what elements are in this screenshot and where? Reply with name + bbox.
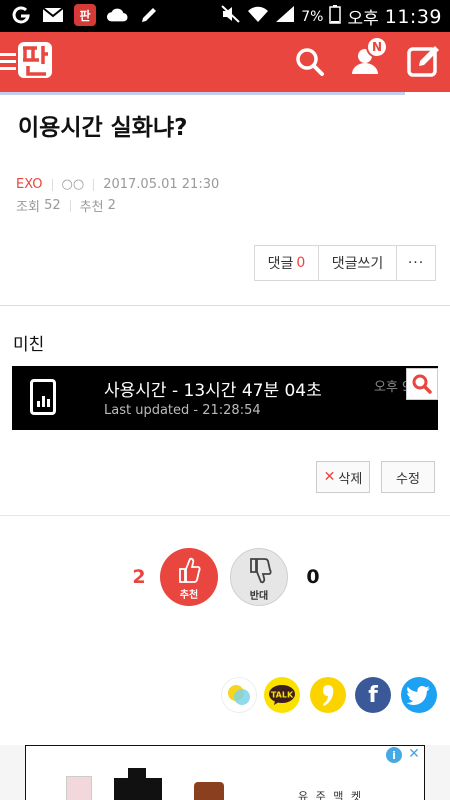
- menu-icon[interactable]: [0, 49, 16, 75]
- battery-level: 7%: [301, 8, 324, 25]
- scroll-progress-bar: [0, 92, 450, 95]
- share-kakaotalk-button[interactable]: TALK: [264, 677, 300, 713]
- post-stats: 조회 52 추천 2: [16, 196, 116, 215]
- battery-icon: [329, 4, 342, 29]
- image-updated-text: Last updated - 21:28:54: [104, 403, 261, 418]
- post-date: 2017.05.01 21:30: [103, 177, 220, 192]
- wifi-icon: [247, 5, 269, 28]
- mail-icon: [42, 4, 64, 26]
- divider: [0, 515, 450, 516]
- ad-close-icon[interactable]: ✕: [406, 746, 422, 764]
- pencil-icon: [138, 4, 160, 26]
- g-icon: [10, 4, 32, 26]
- upvote-count: 2: [132, 566, 146, 588]
- ad-text: 유 주 맥 켓: [298, 790, 363, 800]
- share-twitter-button[interactable]: [401, 677, 437, 713]
- post-image[interactable]: 사용시간 - 13시간 47분 04초 Last updated - 21:28…: [12, 366, 438, 430]
- share-facebook-button[interactable]: f: [355, 677, 391, 713]
- post-title: 이용시간 실화냐?: [18, 115, 188, 141]
- thumbs-down-icon: [250, 558, 272, 584]
- downvote-count: 0: [306, 566, 320, 588]
- divider: [0, 305, 450, 306]
- twitter-icon: [407, 686, 430, 705]
- post-meta: EXO ○○ 2017.05.01 21:30: [16, 177, 219, 192]
- upvote-label: 추천: [179, 590, 199, 601]
- edit-button[interactable]: 수정: [381, 461, 435, 493]
- facebook-icon: f: [368, 682, 378, 708]
- clock-ampm: 오후: [347, 9, 379, 29]
- app-header: N: [0, 32, 450, 92]
- views-label: 조회: [16, 200, 40, 215]
- share-kakaostory-button[interactable]: [221, 677, 257, 713]
- zoom-icon: [412, 374, 432, 394]
- ad-product-image: [66, 776, 92, 800]
- more-button[interactable]: ···: [397, 246, 435, 280]
- clock-time: 11:39: [384, 5, 442, 28]
- delete-button[interactable]: ✕ 삭제: [316, 461, 370, 493]
- comment-button-group: 댓글 0 댓글쓰기 ···: [254, 245, 436, 281]
- user-id: ○○: [61, 177, 85, 192]
- my-account-button[interactable]: N: [346, 36, 388, 82]
- pann-logo-mark: [18, 42, 52, 78]
- ad-product-image: [114, 768, 162, 800]
- downvote-label: 반대: [249, 591, 269, 602]
- status-bar: 판 7% 오후 11:39: [0, 0, 450, 32]
- author-name[interactable]: EXO: [16, 177, 43, 192]
- downvote-button[interactable]: 반대: [230, 548, 288, 606]
- write-post-button[interactable]: [404, 42, 444, 82]
- comma-icon: [323, 685, 334, 706]
- upvote-button[interactable]: 추천: [160, 548, 218, 606]
- post-body-text: 미친: [13, 335, 45, 355]
- search-button[interactable]: [290, 42, 330, 82]
- comments-button[interactable]: 댓글 0: [255, 246, 319, 280]
- comments-count: 0: [296, 255, 306, 271]
- kakaostory-icon: [228, 685, 250, 705]
- phone-usage-icon: [30, 379, 56, 415]
- write-comment-button[interactable]: 댓글쓰기: [319, 246, 397, 280]
- search-icon: [296, 48, 324, 76]
- delete-label: 삭제: [338, 471, 363, 487]
- kakaotalk-icon: TALK: [269, 685, 295, 705]
- cloud-icon: [106, 4, 128, 26]
- pann-logo[interactable]: [16, 38, 54, 82]
- kakaotalk-label: TALK: [271, 691, 294, 700]
- pann-app-icon: 판: [74, 4, 96, 26]
- ad-product-image: [194, 782, 224, 800]
- notification-badge: N: [366, 36, 388, 58]
- views-count: 52: [44, 198, 61, 213]
- recommend-count: 2: [107, 198, 116, 213]
- ad-banner[interactable]: 유 주 맥 켓 i ✕: [25, 745, 425, 800]
- thumbs-up-icon: [179, 557, 201, 583]
- delete-x-icon: ✕: [323, 469, 336, 485]
- image-usage-text: 사용시간 - 13시간 47분 04초: [104, 381, 322, 401]
- image-corner-text: 오후 9: [374, 380, 411, 395]
- recommend-label: 추천: [79, 200, 104, 215]
- signal-icon: [275, 5, 295, 28]
- ad-info-icon[interactable]: i: [386, 747, 402, 763]
- share-comma-button[interactable]: [310, 677, 346, 713]
- edit-icon: [407, 46, 439, 77]
- comments-label: 댓글: [267, 256, 294, 272]
- mute-icon: [221, 5, 241, 28]
- image-zoom-button[interactable]: [406, 368, 438, 400]
